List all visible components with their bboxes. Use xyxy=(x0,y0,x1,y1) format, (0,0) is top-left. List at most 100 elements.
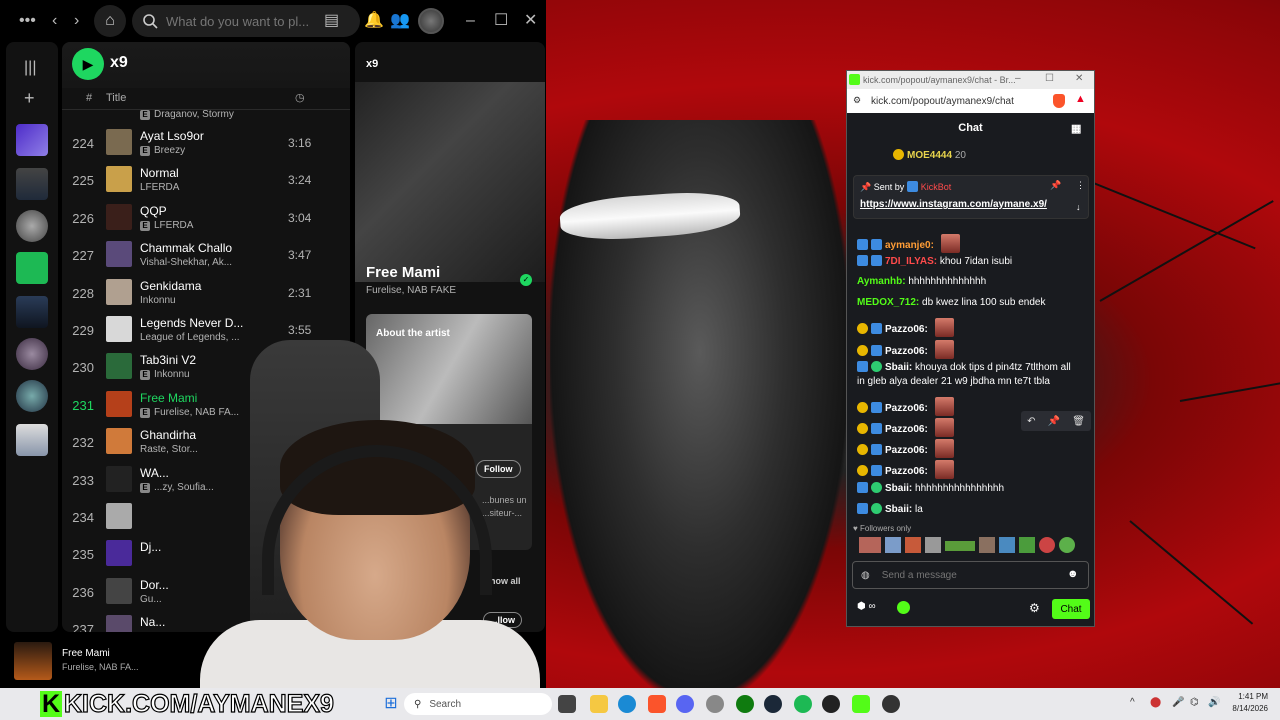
emote-picker-icon[interactable]: ◍ xyxy=(861,570,870,581)
obs-icon[interactable] xyxy=(882,695,900,713)
more-options-icon[interactable]: ⋮ xyxy=(1076,180,1085,191)
close-icon[interactable]: ✕ xyxy=(1075,73,1083,84)
mic-icon[interactable]: 🎤 xyxy=(1172,697,1184,708)
library-icon[interactable]: ||| xyxy=(24,60,36,76)
back-arrow-icon[interactable]: ‹ xyxy=(52,13,57,29)
track-artist[interactable]: E Breezy xyxy=(140,145,290,156)
forward-arrow-icon[interactable]: › xyxy=(74,13,79,29)
message-input[interactable] xyxy=(881,569,1052,581)
play-button[interactable]: ▶ xyxy=(72,48,104,80)
chat-username[interactable]: Sbaii: xyxy=(885,362,912,373)
emote[interactable] xyxy=(859,537,881,553)
collapse-arrow-icon[interactable]: ↓ xyxy=(1076,202,1081,212)
track-row[interactable]: 225 Normal LFERDA 3:24 xyxy=(62,162,350,199)
track-title[interactable]: QQP xyxy=(140,204,290,218)
track-title[interactable]: Chammak Challo xyxy=(140,241,290,255)
emote[interactable] xyxy=(979,537,995,553)
column-title[interactable]: Title xyxy=(106,92,126,104)
emote[interactable] xyxy=(905,537,921,553)
track-row-partial[interactable]: E Draganov, Stormy xyxy=(62,104,350,120)
friends-activity-icon[interactable]: 👥 xyxy=(390,13,410,29)
maximize-icon[interactable]: ☐ xyxy=(1045,73,1054,84)
track-artist[interactable]: Vishal-Shekhar, Ak... xyxy=(140,257,290,268)
settings-gear-icon[interactable]: ⚙ xyxy=(1029,601,1040,615)
tray-chevron-icon[interactable]: ^ xyxy=(1130,697,1135,708)
kick-app-icon[interactable] xyxy=(852,695,870,713)
browse-icon[interactable]: ▤ xyxy=(324,13,339,29)
track-row[interactable]: 228 Genkidama Inkonnu 2:31 xyxy=(62,275,350,312)
minimize-icon[interactable]: – xyxy=(466,13,475,29)
kick-coin-icon[interactable] xyxy=(897,601,910,614)
library-item[interactable] xyxy=(16,296,48,328)
chat-message[interactable]: in gleb alya dealer 21 w9 jbdha mn te7t … xyxy=(857,376,1050,387)
emote[interactable] xyxy=(999,537,1015,553)
steam-icon[interactable] xyxy=(764,695,782,713)
track-title[interactable]: Normal xyxy=(140,166,290,180)
chat-username[interactable]: aymanje0: xyxy=(885,240,934,251)
discord-icon[interactable] xyxy=(676,695,694,713)
settings-icon[interactable] xyxy=(706,695,724,713)
library-item[interactable] xyxy=(16,424,48,456)
emote[interactable] xyxy=(925,537,941,553)
delete-icon[interactable]: 🗑 xyxy=(1072,416,1085,427)
library-artist[interactable] xyxy=(16,210,48,242)
xbox-icon[interactable] xyxy=(736,695,754,713)
chat-message[interactable]: Sbaii: hhhhhhhhhhhhhhhh xyxy=(857,482,1004,494)
file-explorer-icon[interactable] xyxy=(590,695,608,713)
saved-check-icon[interactable]: ✓ xyxy=(520,274,532,286)
emote[interactable] xyxy=(945,541,975,551)
brave-shield-icon[interactable] xyxy=(1053,94,1065,108)
pin-icon[interactable]: 📌 xyxy=(1048,416,1060,427)
clock-time[interactable]: 1:41 PM xyxy=(1226,692,1268,701)
track-artist[interactable]: LFERDA xyxy=(140,182,290,193)
taskbar-search[interactable]: ⚲ Search xyxy=(404,693,552,715)
home-button[interactable]: ⌂ xyxy=(94,5,126,37)
track-title[interactable]: Genkidama xyxy=(140,279,290,293)
bot-name[interactable]: KickBot xyxy=(921,182,952,192)
now-playing-bar-title[interactable]: Free Mami xyxy=(62,648,110,659)
reply-icon[interactable]: ↶ xyxy=(1027,416,1035,427)
start-icon[interactable]: ⊞ xyxy=(382,695,400,713)
menu-dots-icon[interactable]: ••• xyxy=(19,13,36,29)
search-input[interactable] xyxy=(166,13,326,29)
library-artist[interactable] xyxy=(16,380,48,412)
track-artist[interactable]: E LFERDA xyxy=(140,220,290,231)
now-playing-bar-artist[interactable]: Furelise, NAB FA... xyxy=(62,662,139,672)
chat-message[interactable]: aymanje0: xyxy=(857,234,960,253)
top-user[interactable]: MOE4444 xyxy=(907,150,952,161)
chat-message[interactable]: Pazzo06: xyxy=(857,418,954,437)
emote[interactable] xyxy=(885,537,901,553)
chat-username[interactable]: Pazzo06: xyxy=(885,403,928,414)
liked-songs-thumb[interactable] xyxy=(16,124,48,156)
notifications-icon[interactable]: 🔔 xyxy=(364,13,384,29)
network-icon[interactable]: ⌬ xyxy=(1190,697,1199,708)
chat-username[interactable]: Sbaii: xyxy=(885,504,912,515)
edge-icon[interactable] xyxy=(618,695,636,713)
track-row[interactable]: 224 Ayat Lso9or E Breezy 3:16 xyxy=(62,125,350,162)
now-playing-thumb[interactable] xyxy=(14,642,52,680)
send-chat-button[interactable]: Chat xyxy=(1052,599,1090,619)
emote[interactable] xyxy=(1059,537,1075,553)
unpin-icon[interactable]: 📌 xyxy=(1050,180,1061,191)
chat-username[interactable]: MEDOX_712: xyxy=(857,297,919,308)
warning-icon[interactable]: ▲ xyxy=(1075,93,1086,105)
chat-message[interactable]: Aymanhb: hhhhhhhhhhhhhh xyxy=(857,276,986,287)
chat-message[interactable]: Pazzo06: xyxy=(857,439,954,458)
chat-message[interactable]: MEDOX_712: db kwez lina 100 sub endek xyxy=(857,297,1045,308)
task-view-icon[interactable] xyxy=(558,695,576,713)
tray-app-icon[interactable]: ⬤ xyxy=(1150,697,1161,708)
site-settings-icon[interactable]: ⚙ xyxy=(853,95,861,106)
profile-avatar[interactable] xyxy=(418,8,444,34)
chat-username[interactable]: Pazzo06: xyxy=(885,346,928,357)
chat-message[interactable]: Pazzo06: xyxy=(857,460,954,479)
volume-icon[interactable]: 🔊 xyxy=(1208,697,1220,708)
track-title[interactable]: Ayat Lso9or xyxy=(140,129,290,143)
chat-settings-icon[interactable]: ▦ xyxy=(1071,122,1081,135)
chat-message[interactable]: Pazzo06: xyxy=(857,340,954,359)
brave-icon[interactable] xyxy=(648,695,666,713)
track-artist[interactable]: Inkonnu xyxy=(140,295,290,306)
app-icon[interactable] xyxy=(822,695,840,713)
close-icon[interactable]: ✕ xyxy=(524,13,537,29)
track-row[interactable]: 226 QQP E LFERDA 3:04 xyxy=(62,200,350,237)
chat-username[interactable]: Sbaii: xyxy=(885,483,912,494)
